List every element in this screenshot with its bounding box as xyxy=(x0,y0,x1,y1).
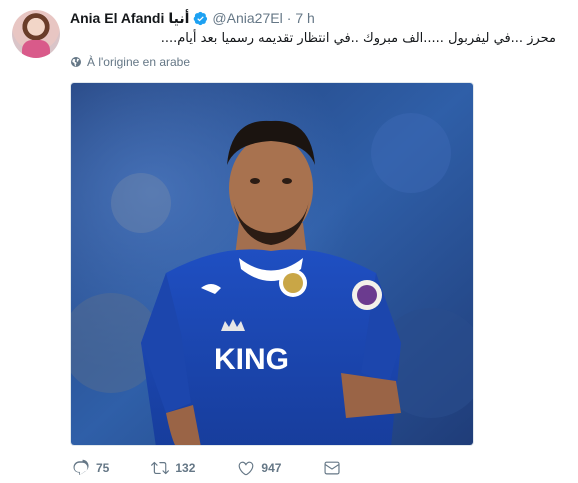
tweet-header: Ania El Afandi أنيا @Ania27El · 7 h xyxy=(70,9,315,27)
author-name-arabic[interactable]: أنيا xyxy=(168,9,189,27)
separator-dot: · xyxy=(286,10,292,26)
tweet-text: محرز ...في ليفربول .....الف مبروك ..في ا… xyxy=(160,31,556,46)
author-handle[interactable]: @Ania27El xyxy=(212,9,282,27)
translate-label: À l'origine en arabe xyxy=(87,55,191,69)
retweet-icon xyxy=(151,461,170,475)
author-name[interactable]: Ania El Afandi xyxy=(70,9,164,27)
tweet-actions: 75 132 947 xyxy=(72,459,383,477)
tweet-time[interactable]: 7 h xyxy=(295,9,314,27)
jersey-sponsor-text: KING xyxy=(214,343,289,376)
avatar-shirt xyxy=(22,40,50,58)
avatar[interactable] xyxy=(12,10,60,58)
envelope-icon xyxy=(324,461,340,475)
globe-icon xyxy=(71,57,81,67)
photo-player: KING xyxy=(71,83,473,445)
translate-link[interactable]: À l'origine en arabe xyxy=(70,55,190,69)
like-button[interactable]: 947 xyxy=(237,459,281,477)
retweet-count: 132 xyxy=(175,461,196,475)
tweet: Ania El Afandi أنيا @Ania27El · 7 h محرز… xyxy=(0,0,578,483)
reply-button[interactable]: 75 xyxy=(72,459,109,477)
retweet-button[interactable]: 132 xyxy=(151,459,195,477)
heart-icon xyxy=(239,461,254,476)
like-count: 947 xyxy=(261,461,282,475)
tweet-photo[interactable]: KING xyxy=(70,82,474,446)
reply-count: 75 xyxy=(96,461,110,475)
reply-icon xyxy=(73,459,89,475)
verified-badge-icon xyxy=(193,11,208,26)
direct-message-button[interactable] xyxy=(323,459,341,477)
